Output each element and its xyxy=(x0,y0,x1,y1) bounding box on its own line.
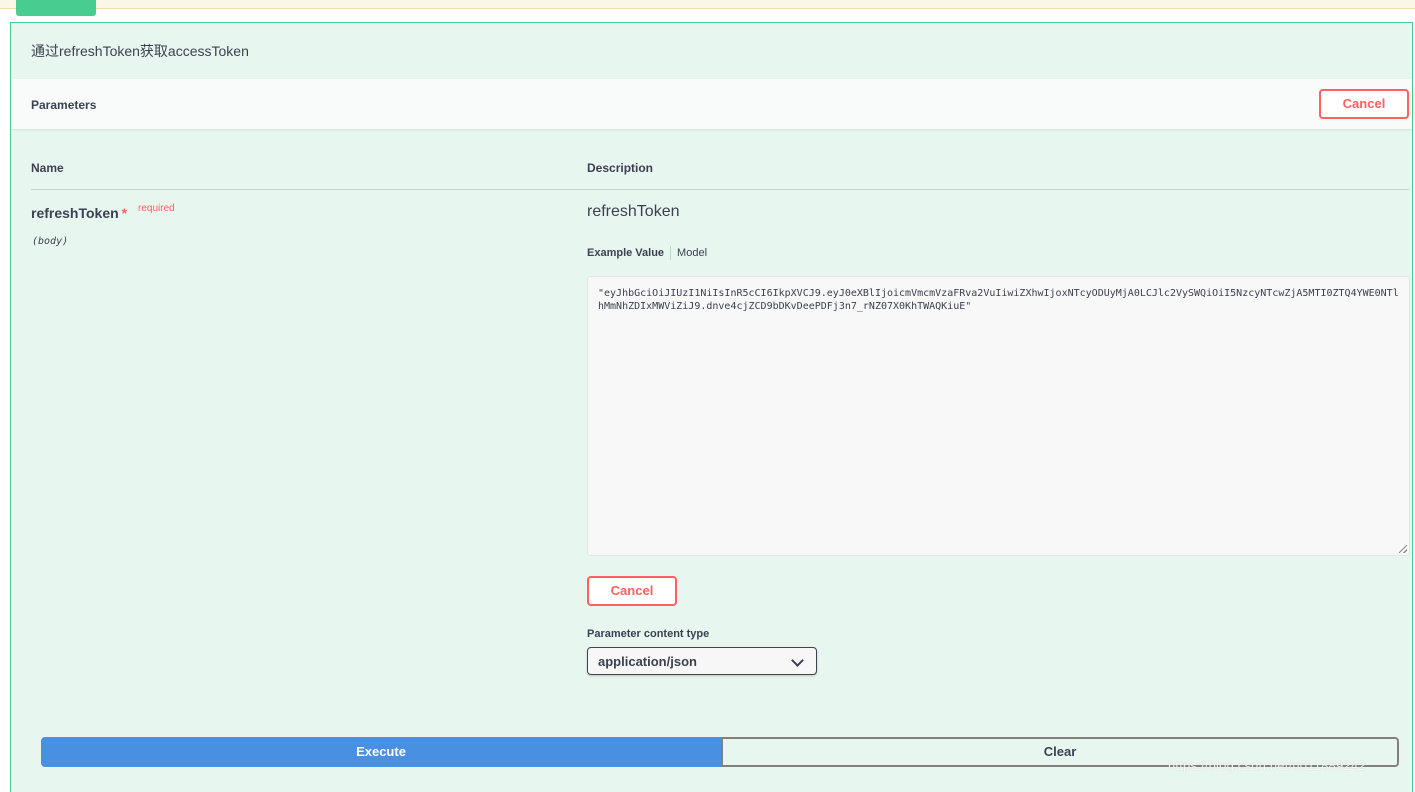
operation-description: 通过refreshToken获取accessToken xyxy=(31,43,249,59)
parameter-name-text: refreshToken xyxy=(31,205,119,221)
column-header-description: Description xyxy=(587,161,654,175)
try-out-cancel-button[interactable]: Cancel xyxy=(1319,89,1409,119)
parameter-location: (body) xyxy=(32,236,69,247)
column-header-name: Name xyxy=(31,161,64,175)
tab-model[interactable]: Model xyxy=(677,247,707,259)
content-type-select[interactable]: application/json xyxy=(587,647,817,675)
chevron-down-icon xyxy=(791,654,804,667)
tab-example-value[interactable]: Example Value xyxy=(587,247,664,259)
parameter-description: refreshToken xyxy=(587,203,680,220)
method-badge[interactable] xyxy=(16,0,96,16)
parameter-name: refreshToken * xyxy=(31,205,127,221)
previous-operation-strip xyxy=(0,0,1415,16)
parameters-title: Parameters xyxy=(31,98,97,112)
parameters-header: Parameters Cancel xyxy=(11,79,1412,129)
content-type-value: application/json xyxy=(598,654,697,669)
body-textarea[interactable]: "eyJhbGciOiJIUzI1NiIsInR5cCI6IkpXVCJ9.ey… xyxy=(587,276,1410,556)
header-divider xyxy=(31,189,1409,190)
required-label: required xyxy=(138,203,175,214)
content-type-label: Parameter content type xyxy=(587,628,710,640)
required-star: * xyxy=(121,205,128,221)
operation-block: 通过refreshToken获取accessToken Parameters C… xyxy=(10,22,1413,792)
example-model-tabs: Example Value Model xyxy=(587,246,707,260)
watermark: https://blog.csdn.net/u011889242 xyxy=(1168,758,1366,773)
body-textarea-value: "eyJhbGciOiJIUzI1NiIsInR5cCI6IkpXVCJ9.ey… xyxy=(598,288,1399,312)
body-cancel-button[interactable]: Cancel xyxy=(587,576,677,606)
resize-handle-icon[interactable] xyxy=(1399,545,1407,553)
execute-button[interactable]: Execute xyxy=(41,737,721,767)
tab-separator xyxy=(670,246,672,260)
